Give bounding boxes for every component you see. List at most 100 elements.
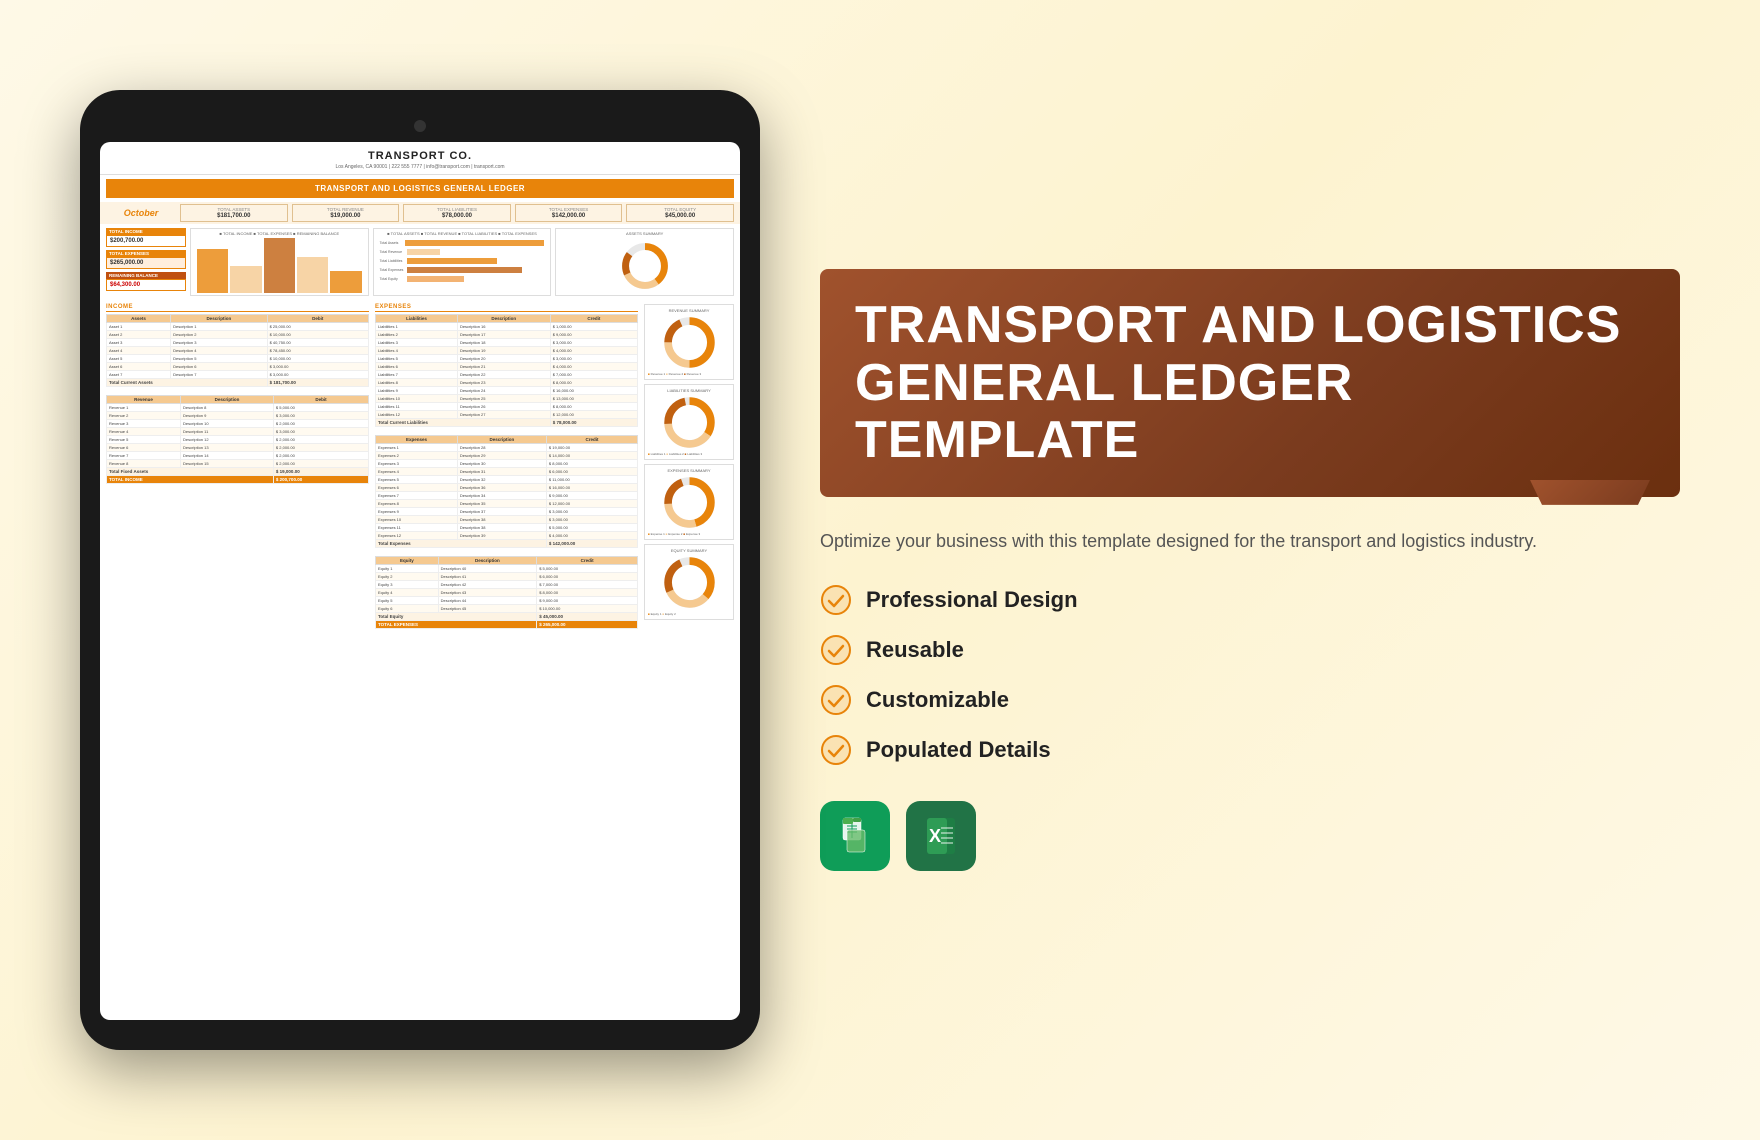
revenue-table: Revenue Description Debit Revenue 1Descr… (106, 395, 369, 484)
checkmark-icon (820, 584, 852, 616)
google-sheets-icon[interactable] (820, 801, 890, 871)
main-title: TRANSPORT AND LOGISTICS GENERAL LEDGER T… (855, 297, 1645, 469)
feature-professional-design: Professional Design (820, 584, 1680, 616)
expenses-summary-chart: EXPENSES SUMMARY (644, 464, 734, 540)
feature-reusable: Reusable (820, 634, 1680, 666)
app-icons-row: X (820, 801, 1680, 871)
table-row: Asset 6Description 6$ 3,000.00 (107, 363, 369, 371)
table-row: Liabilities 2Description 17$ 9,000.00 (376, 331, 638, 339)
liabilities-table: Liabilities Description Credit Liabiliti… (375, 314, 638, 427)
table-row: Liabilities 9Description 24$ 16,000.00 (376, 387, 638, 395)
assets-table: Assets Description Debit Asset 1Descript… (106, 314, 369, 387)
tablet-camera (414, 120, 426, 132)
feature-label-professional: Professional Design (866, 587, 1078, 613)
table-row: Revenue 2Description 9$ 3,000.00 (107, 412, 369, 420)
revenue-summary-chart: REVENUE SUMMARY (644, 304, 734, 380)
tablet-mockup: TRANSPORT CO. Los Angeles, CA 90001 | 22… (80, 90, 760, 1050)
table-row: Revenue 3Description 10$ 2,000.00 (107, 420, 369, 428)
table-row: Liabilities 7Description 22$ 7,000.00 (376, 371, 638, 379)
table-row: Expenses 2Description 29$ 14,000.00 (376, 452, 638, 460)
table-row: Revenue 8Description 15$ 2,000.00 (107, 460, 369, 468)
income-section: INCOME Assets Description Debit (106, 304, 369, 629)
revenue-donut (662, 315, 717, 370)
features-list: Professional Design Reusable Customizabl… (820, 584, 1680, 766)
kpi-total-expenses: TOTAL EXPENSES $265,000.00 (106, 250, 186, 269)
spreadsheet: TRANSPORT CO. Los Angeles, CA 90001 | 22… (100, 142, 740, 633)
expenses-table: Expenses Description Credit Expenses 1De… (375, 435, 638, 548)
svg-text:X: X (929, 826, 941, 846)
table-row: Liabilities 1Description 16$ 1,000.00 (376, 323, 638, 331)
expenses-section: EXPENSES Liabilities Description Credit (375, 304, 638, 629)
table-row: Asset 7Description 7$ 3,000.00 (107, 371, 369, 379)
microsoft-excel-icon[interactable]: X (906, 801, 976, 871)
checkmark-icon-3 (820, 684, 852, 716)
kpi-total-income: TOTAL INCOME $200,700.00 (106, 228, 186, 247)
assets-donut-chart (620, 241, 670, 291)
total-equity-row: Total Equity $ 45,000.00 (376, 613, 638, 621)
table-row: Expenses 4Description 31$ 6,000.00 (376, 468, 638, 476)
bar-income2 (230, 266, 261, 294)
sheet-header: TRANSPORT CO. Los Angeles, CA 90001 | 22… (100, 142, 740, 175)
table-row: Expenses 10Description 38$ 3,000.00 (376, 516, 638, 524)
table-row: Liabilities 3Description 18$ 3,000.00 (376, 339, 638, 347)
summary-row: October TOTAL ASSETS $181,700.00 TOTAL R… (100, 202, 740, 224)
table-row: Equity 2Description 41$ 6,000.00 (376, 573, 638, 581)
tables-section: INCOME Assets Description Debit (100, 300, 740, 633)
table-row: Asset 4Description 4$ 78,450.00 (107, 347, 369, 355)
company-name: TRANSPORT CO. (104, 150, 736, 162)
summary-total-liabilities: TOTAL LIABILITIES $78,000.00 (403, 204, 511, 222)
table-row: Expenses 9Description 37$ 3,000.00 (376, 508, 638, 516)
right-charts-column: REVENUE SUMMARY (644, 304, 734, 629)
table-row: Expenses 6Description 36$ 16,000.00 (376, 484, 638, 492)
checkmark-icon-2 (820, 634, 852, 666)
feature-label-customizable: Customizable (866, 687, 1009, 713)
table-row: Expenses 3Description 30$ 8,000.00 (376, 460, 638, 468)
summary-total-equity: TOTAL EQUITY $45,000.00 (626, 204, 734, 222)
table-row: Asset 2Description 2$ 10,000.00 (107, 331, 369, 339)
table-row: Revenue 7Description 14$ 2,000.00 (107, 452, 369, 460)
table-row: Asset 5Description 5$ 10,000.00 (107, 355, 369, 363)
hbar-chart: Total Assets Total Revenue Total Liabili… (376, 238, 549, 284)
total-income-row: TOTAL INCOME $ 200,700.00 (107, 476, 369, 484)
summary-total-expenses: TOTAL EXPENSES $142,000.00 (515, 204, 623, 222)
table-row: Expenses 7Description 34$ 9,000.00 (376, 492, 638, 500)
table-row: Equity 6Description 45$ 10,000.00 (376, 605, 638, 613)
title-banner: TRANSPORT AND LOGISTICS GENERAL LEDGER T… (820, 269, 1680, 497)
liabilities-donut (662, 395, 717, 450)
summary-total-revenue: TOTAL REVENUE $19,000.00 (292, 204, 400, 222)
table-row: Expenses 5Description 32$ 11,000.00 (376, 476, 638, 484)
table-row: Revenue 1Description 8$ 5,000.00 (107, 404, 369, 412)
equity-donut (662, 555, 717, 610)
table-row: Equity 5Description 44$ 9,000.00 (376, 597, 638, 605)
summary-month: October (106, 204, 176, 222)
total-expenses-final-row: TOTAL EXPENSES $ 265,000.00 (376, 621, 638, 629)
table-row: Equity 1Description 40$ 5,000.00 (376, 565, 638, 573)
table-row: Equity 4Description 43$ 8,000.00 (376, 589, 638, 597)
assets-donut-box: ASSETS SUMMARY (555, 228, 734, 296)
feature-label-populated-details: Populated Details (866, 737, 1051, 763)
description-text: Optimize your business with this templat… (820, 527, 1680, 556)
hbar-chart-box: ■ TOTAL ASSETS ■ TOTAL REVENUE ■ TOTAL L… (373, 228, 552, 296)
table-row: Revenue 6Description 13$ 2,000.00 (107, 444, 369, 452)
company-address: Los Angeles, CA 90001 | 222 555 7777 | i… (104, 164, 736, 170)
table-row: Revenue 5Description 12$ 2,000.00 (107, 436, 369, 444)
equity-summary-chart: EQUITY SUMMARY (644, 544, 734, 620)
table-row: Liabilities 10Description 25$ 13,000.00 (376, 395, 638, 403)
main-container: TRANSPORT CO. Los Angeles, CA 90001 | 22… (80, 70, 1680, 1070)
ledger-title: TRANSPORT AND LOGISTICS GENERAL LEDGER (106, 179, 734, 198)
bar-balance (330, 271, 361, 293)
table-row: Asset 1Description 1$ 25,000.00 (107, 323, 369, 331)
expenses-donut (662, 475, 717, 530)
feature-populated-details: Populated Details (820, 734, 1680, 766)
info-panel: TRANSPORT AND LOGISTICS GENERAL LEDGER T… (820, 249, 1680, 890)
bar-chart-box: ■ TOTAL INCOME ■ TOTAL EXPENSES ■ REMAIN… (190, 228, 369, 296)
table-row: Expenses 12Description 39$ 4,000.00 (376, 532, 638, 540)
bar-chart (193, 238, 366, 293)
table-row: Revenue 4Description 11$ 3,000.00 (107, 428, 369, 436)
feature-label-reusable: Reusable (866, 637, 964, 663)
kpi-column: TOTAL INCOME $200,700.00 TOTAL EXPENSES … (106, 228, 186, 296)
table-row: Asset 3Description 3$ 40,750.00 (107, 339, 369, 347)
bar-expenses2 (297, 257, 328, 293)
total-fixed-assets-row: Total Fixed Assets $ 19,000.00 (107, 468, 369, 476)
feature-customizable: Customizable (820, 684, 1680, 716)
